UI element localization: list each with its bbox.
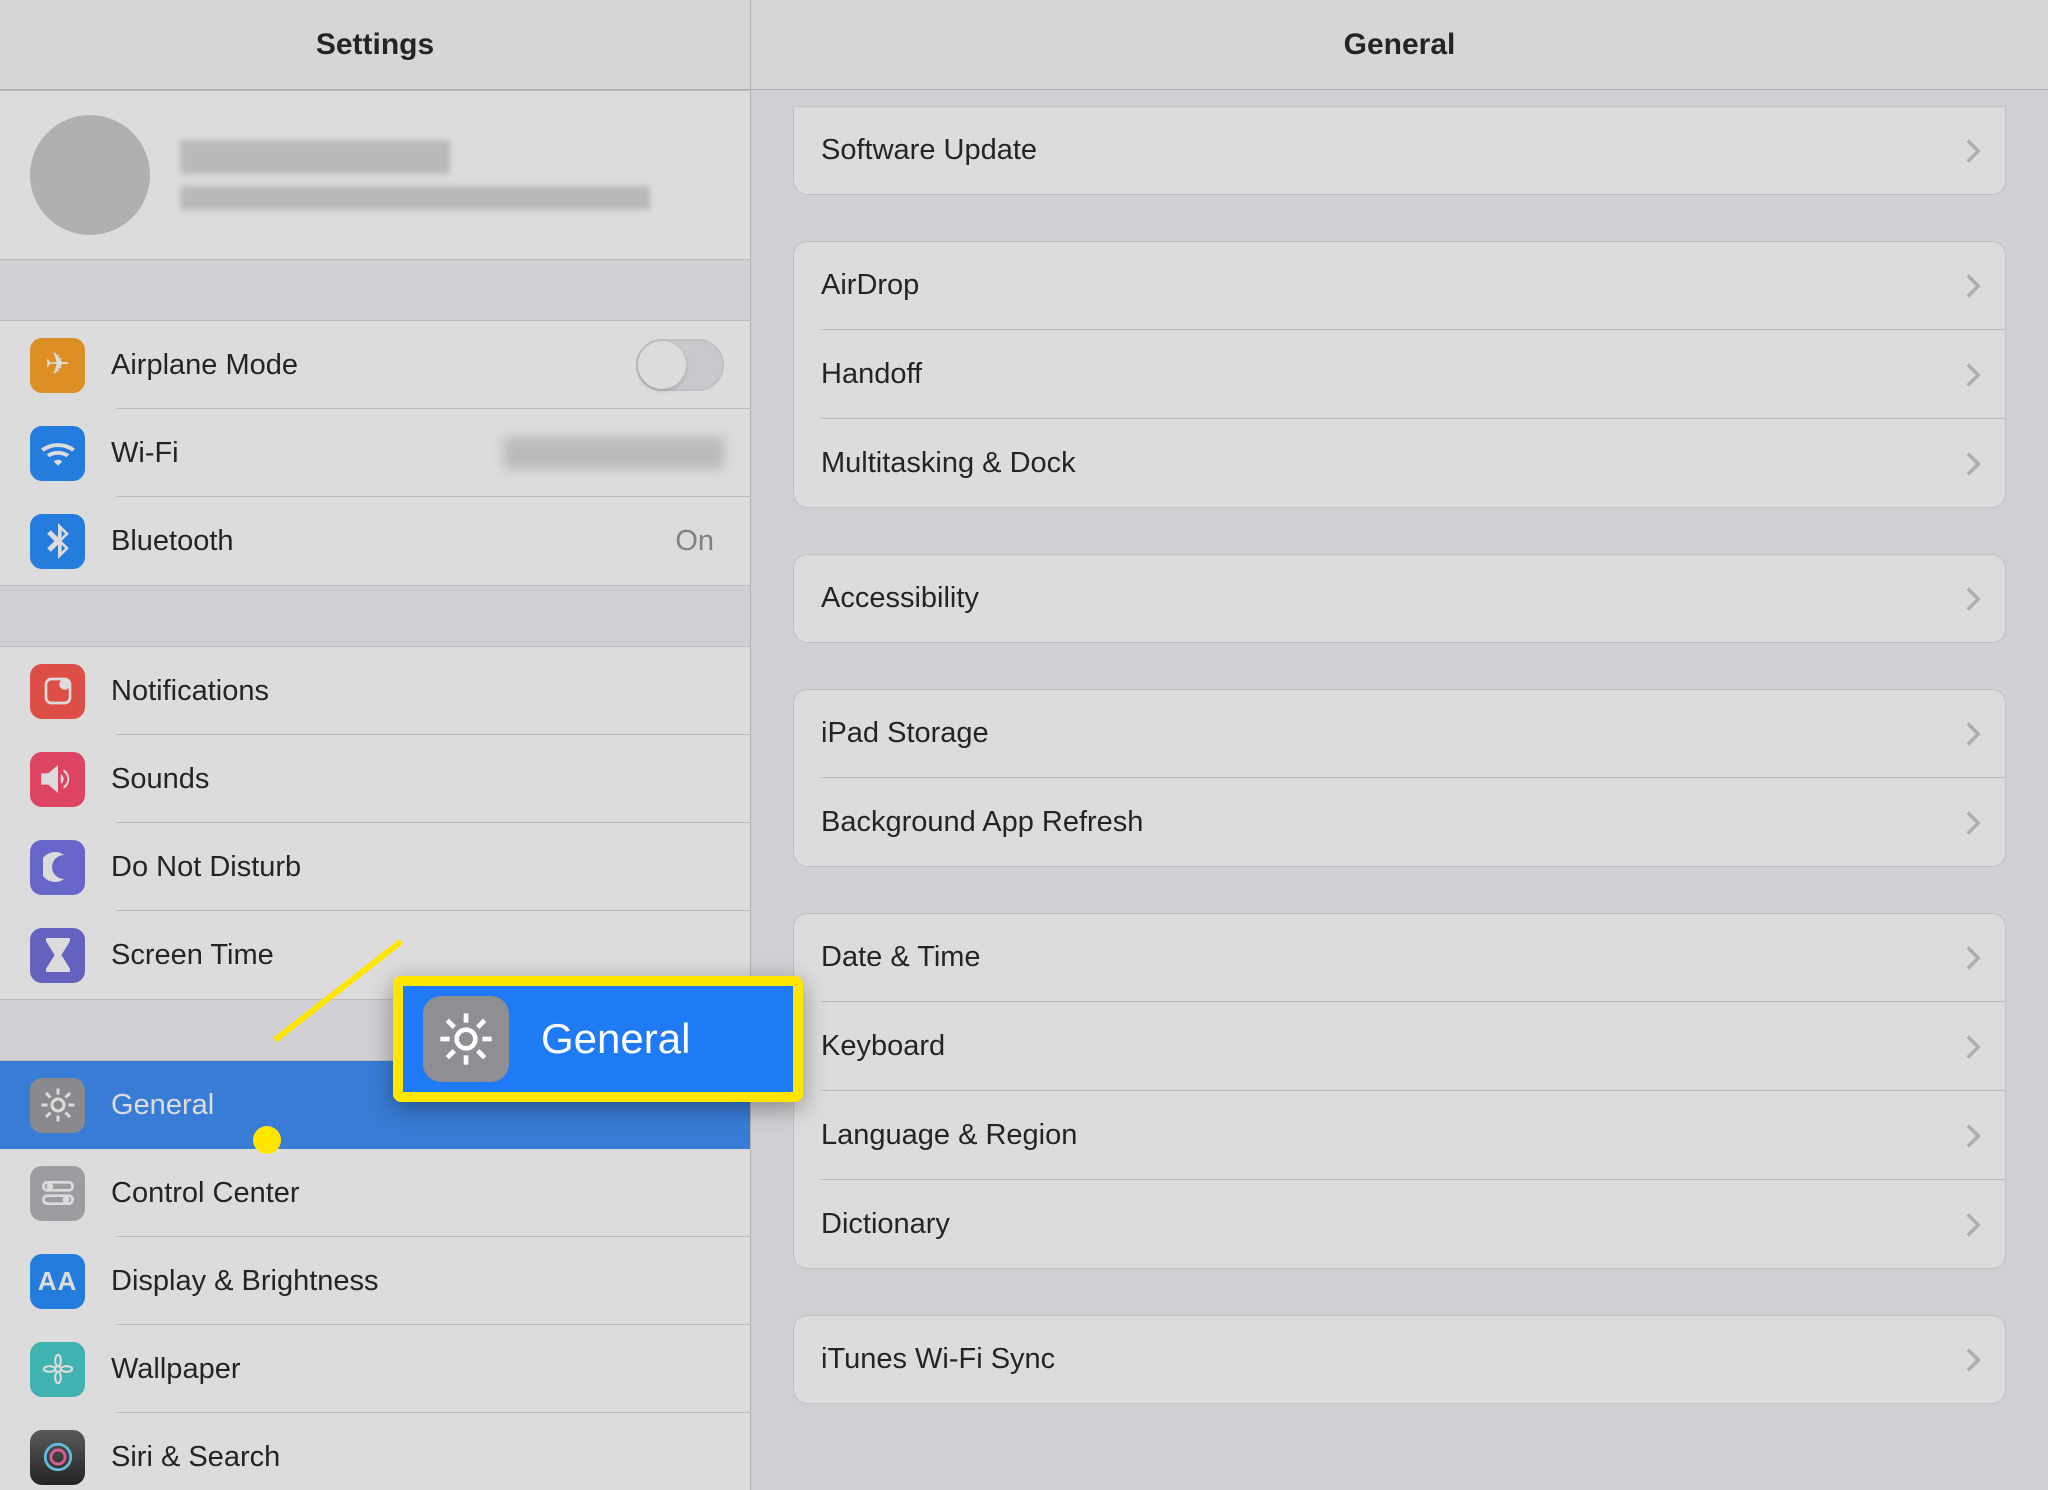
sidebar-item-label: Notifications <box>111 675 724 708</box>
aa-icon: AA <box>30 1254 85 1309</box>
sidebar-item-notifications[interactable]: Notifications <box>0 647 750 735</box>
callout-label: General <box>541 1015 690 1063</box>
chevron-right-icon <box>1960 138 1980 164</box>
detail-pane: General Software Update AirDrop Handoff <box>751 0 2048 1490</box>
sidebar-item-control-center[interactable]: Control Center <box>0 1149 750 1237</box>
sidebar-item-display[interactable]: AA Display & Brightness <box>0 1237 750 1325</box>
row-dictionary[interactable]: Dictionary <box>793 1180 2006 1269</box>
chevron-right-icon <box>1960 1212 1980 1238</box>
toggle-airplane[interactable] <box>636 339 724 391</box>
sidebar-item-dnd[interactable]: Do Not Disturb <box>0 823 750 911</box>
chevron-right-icon <box>1960 1347 1980 1373</box>
detail-group-1: AirDrop Handoff Multitasking & Dock <box>793 241 2006 508</box>
sidebar-title: Settings <box>0 0 750 90</box>
row-label: Software Update <box>821 134 1960 167</box>
bluetooth-value: On <box>675 525 724 558</box>
chevron-right-icon <box>1960 362 1980 388</box>
row-accessibility[interactable]: Accessibility <box>793 554 2006 643</box>
moon-icon <box>30 840 85 895</box>
sidebar-group-attention: Notifications Sounds Do Not Disturb Scre… <box>0 646 750 1000</box>
row-label: Background App Refresh <box>821 806 1960 839</box>
row-label: Handoff <box>821 358 1960 391</box>
sidebar-group-connectivity: ✈ Airplane Mode Wi-Fi Bluetooth On <box>0 320 750 586</box>
row-label: Multitasking & Dock <box>821 447 1960 480</box>
sounds-icon <box>30 752 85 807</box>
hourglass-icon <box>30 928 85 983</box>
row-label: iPad Storage <box>821 717 1960 750</box>
chevron-right-icon <box>1960 586 1980 612</box>
profile-sub-redacted <box>180 186 650 210</box>
bluetooth-icon <box>30 514 85 569</box>
row-date-time[interactable]: Date & Time <box>793 913 2006 1002</box>
sidebar-item-label: Display & Brightness <box>111 1265 724 1298</box>
sidebar-item-siri[interactable]: Siri & Search <box>0 1413 750 1490</box>
profile-text <box>180 140 650 210</box>
sidebar-group-system: General Control Center AA Display & Brig… <box>0 1060 750 1490</box>
flower-icon <box>30 1342 85 1397</box>
detail-group-0: Software Update <box>793 106 2006 195</box>
detail-group-3: iPad Storage Background App Refresh <box>793 689 2006 867</box>
callout-general: General <box>393 976 803 1102</box>
chevron-right-icon <box>1960 721 1980 747</box>
row-label: Date & Time <box>821 941 1960 974</box>
profile-row[interactable] <box>0 90 750 260</box>
avatar <box>30 115 150 235</box>
row-multitasking[interactable]: Multitasking & Dock <box>793 419 2006 508</box>
sidebar-item-label: Sounds <box>111 763 724 796</box>
chevron-right-icon <box>1960 1123 1980 1149</box>
sidebar-item-wifi[interactable]: Wi-Fi <box>0 409 750 497</box>
row-software-update[interactable]: Software Update <box>793 106 2006 195</box>
detail-group-2: Accessibility <box>793 554 2006 643</box>
airplane-icon: ✈ <box>30 338 85 393</box>
row-keyboard[interactable]: Keyboard <box>793 1002 2006 1091</box>
chevron-right-icon <box>1960 810 1980 836</box>
wifi-icon <box>30 426 85 481</box>
row-itunes-wifi-sync[interactable]: iTunes Wi-Fi Sync <box>793 1315 2006 1404</box>
sidebar-item-label: Airplane Mode <box>111 349 636 382</box>
sidebar-item-label: Wallpaper <box>111 1353 724 1386</box>
callout-dot <box>253 1126 281 1154</box>
sidebar-item-sounds[interactable]: Sounds <box>0 735 750 823</box>
row-label: Dictionary <box>821 1208 1960 1241</box>
siri-icon <box>30 1430 85 1485</box>
detail-group-4: Date & Time Keyboard Language & Region D… <box>793 913 2006 1269</box>
chevron-right-icon <box>1960 1034 1980 1060</box>
row-bg-refresh[interactable]: Background App Refresh <box>793 778 2006 867</box>
sidebar-item-airplane-mode[interactable]: ✈ Airplane Mode <box>0 321 750 409</box>
sidebar-item-wallpaper[interactable]: Wallpaper <box>0 1325 750 1413</box>
row-label: iTunes Wi-Fi Sync <box>821 1343 1960 1376</box>
row-handoff[interactable]: Handoff <box>793 330 2006 419</box>
sidebar-item-label: Bluetooth <box>111 525 675 558</box>
sidebar-item-bluetooth[interactable]: Bluetooth On <box>0 497 750 585</box>
detail-title: General <box>751 0 2048 90</box>
row-label: Keyboard <box>821 1030 1960 1063</box>
switches-icon <box>30 1166 85 1221</box>
row-lang-region[interactable]: Language & Region <box>793 1091 2006 1180</box>
settings-sidebar: Settings ✈ Airplane Mode Wi-Fi <box>0 0 751 1490</box>
chevron-right-icon <box>1960 945 1980 971</box>
row-label: AirDrop <box>821 269 1960 302</box>
sidebar-item-label: Do Not Disturb <box>111 851 724 884</box>
profile-name-redacted <box>180 140 450 174</box>
row-label: Language & Region <box>821 1119 1960 1152</box>
chevron-right-icon <box>1960 273 1980 299</box>
detail-group-5: iTunes Wi-Fi Sync <box>793 1315 2006 1404</box>
wifi-value-redacted <box>504 437 724 469</box>
gear-icon <box>423 996 509 1082</box>
sidebar-item-label: Screen Time <box>111 939 724 972</box>
gear-icon <box>30 1078 85 1133</box>
row-ipad-storage[interactable]: iPad Storage <box>793 689 2006 778</box>
notifications-icon <box>30 664 85 719</box>
sidebar-item-label: Control Center <box>111 1177 724 1210</box>
chevron-right-icon <box>1960 451 1980 477</box>
row-label: Accessibility <box>821 582 1960 615</box>
sidebar-item-label: Siri & Search <box>111 1441 724 1474</box>
row-airdrop[interactable]: AirDrop <box>793 241 2006 330</box>
sidebar-item-label: Wi-Fi <box>111 437 504 470</box>
